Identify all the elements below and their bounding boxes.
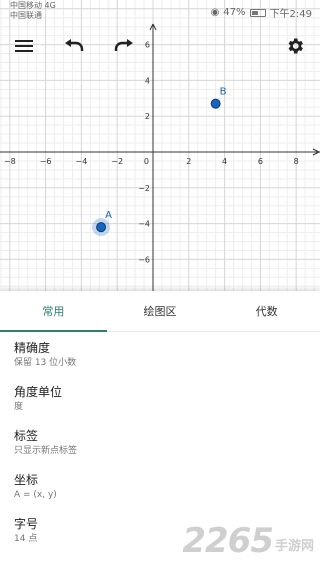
point-b <box>210 98 221 109</box>
battery-icon <box>249 8 266 17</box>
active-tab-indicator <box>0 330 107 332</box>
graphics-view[interactable]: −8 −6 −4 −2 0 2 4 6 8 6 4 2 −2 −4 −6 A B 中国移动 4G 中国联通 ◉ … <box>0 0 320 291</box>
setting-value: A = (x, y) <box>14 490 57 500</box>
gear-icon <box>288 38 303 54</box>
tab-graphics[interactable]: 绘图区 <box>107 291 214 331</box>
y-tick-label: −4 <box>138 220 150 229</box>
redo-button[interactable] <box>108 30 140 62</box>
x-tick-label: 6 <box>258 157 263 166</box>
settings-list: 精确度 保留 13 位小数 角度单位 度 标签 只显示新点标签 坐标 A = (… <box>0 332 320 552</box>
carrier-info: 中国移动 4G 中国联通 <box>10 1 56 21</box>
watermark-text: 手游网 <box>274 539 314 554</box>
eye-icon: ◉ <box>210 7 220 18</box>
setting-value: 保留 13 位小数 <box>14 358 77 368</box>
x-tick-label: 0 <box>144 157 149 166</box>
setting-value: 只显示新点标签 <box>14 446 78 456</box>
setting-angle-unit[interactable]: 角度单位 度 <box>14 376 320 420</box>
setting-title: 标签 <box>14 429 39 443</box>
setting-coordinates[interactable]: 坐标 A = (x, y) <box>14 464 320 508</box>
settings-button[interactable] <box>279 30 311 62</box>
setting-labeling[interactable]: 标签 只显示新点标签 <box>14 420 320 464</box>
y-tick-label: −6 <box>138 255 150 264</box>
y-tick-label: 2 <box>145 112 150 121</box>
status-right: ◉ 47% 下午2:49 <box>211 5 312 20</box>
x-tick-label: −4 <box>76 157 88 166</box>
y-tick-label: 4 <box>145 76 150 85</box>
setting-title: 精确度 <box>14 341 51 355</box>
status-time: 下午2:49 <box>269 9 312 20</box>
tab-general[interactable]: 常用 <box>0 291 107 331</box>
redo-icon <box>114 39 133 51</box>
y-tick-label: 6 <box>145 41 150 50</box>
setting-title: 角度单位 <box>14 385 63 399</box>
watermark-number: 2265 <box>182 521 274 561</box>
setting-value: 度 <box>14 402 24 412</box>
carrier-line-1: 中国移动 4G <box>10 1 56 10</box>
undo-icon <box>65 39 84 51</box>
menu-button[interactable] <box>8 30 40 62</box>
x-tick-label: −8 <box>4 157 16 166</box>
carrier-line-2: 中国联通 <box>10 11 42 20</box>
setting-rounding[interactable]: 精确度 保留 13 位小数 <box>14 332 320 376</box>
x-tick-label: −2 <box>111 157 123 166</box>
battery-percent: 47% <box>223 7 246 18</box>
setting-title: 坐标 <box>14 473 39 487</box>
x-tick-label: 8 <box>294 157 299 166</box>
point-label-b: B <box>220 87 227 98</box>
settings-panel: 常用 绘图区 代数 精确度 保留 13 位小数 角度单位 度 标签 只显示新点标… <box>0 291 320 568</box>
undo-button[interactable] <box>58 30 90 62</box>
site-watermark: 2265 手游网 <box>182 524 314 558</box>
tab-algebra[interactable]: 代数 <box>213 291 320 331</box>
status-bar: 中国移动 4G 中国联通 ◉ 47% 下午2:49 <box>0 0 320 24</box>
x-tick-label: −6 <box>40 157 52 166</box>
x-tick-label: 4 <box>222 157 227 166</box>
coordinate-plane[interactable]: −8 −6 −4 −2 0 2 4 6 8 6 4 2 −2 −4 −6 A B <box>0 0 320 291</box>
y-tick-label: −2 <box>138 184 150 193</box>
settings-tabs: 常用 绘图区 代数 <box>0 291 320 332</box>
x-tick-label: 2 <box>186 157 191 166</box>
hamburger-menu-icon <box>15 40 33 52</box>
point-label-a: A <box>105 210 112 221</box>
point-a <box>96 222 107 233</box>
